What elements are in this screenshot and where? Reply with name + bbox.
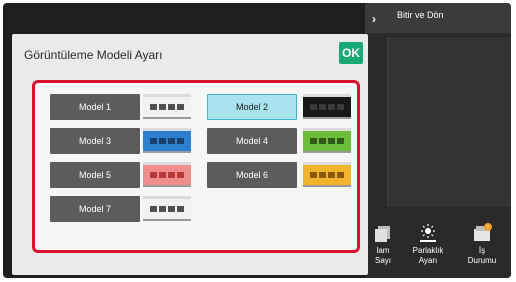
display-pattern-dialog: Görüntüleme Modeli Ayarı OK Model 1 Mode… [12, 34, 368, 275]
swatch-block [168, 206, 175, 212]
model-6-button[interactable]: Model 6 [207, 162, 297, 188]
swatch-block [319, 138, 326, 144]
brightness-icon [417, 223, 439, 243]
toolbar-label: İş [478, 246, 486, 255]
toolbar-label: lam [376, 246, 390, 255]
swatch-block [328, 138, 335, 144]
job-status-button[interactable]: ! İş Durumu [457, 223, 507, 266]
swatch-block [337, 104, 344, 110]
swatch-block [177, 138, 184, 144]
swatch-block [310, 104, 317, 110]
swatch-block [337, 138, 344, 144]
toolbar-label: Sayı [374, 256, 391, 265]
swatch-block [168, 172, 175, 178]
model-2-swatch [303, 94, 351, 119]
swatch-block [150, 138, 157, 144]
toolbar-label: Parlaklık [412, 246, 444, 255]
swatch-block [319, 104, 326, 110]
dialog-title: Görüntüleme Modeli Ayarı [24, 48, 163, 62]
model-7-swatch [143, 196, 191, 221]
model-1-button[interactable]: Model 1 [50, 94, 140, 120]
brightness-button[interactable]: Parlaklık Ayarı [403, 223, 453, 266]
swatch-block [168, 104, 175, 110]
model-5-swatch [143, 162, 191, 187]
model-3-button[interactable]: Model 3 [50, 128, 140, 154]
toolbar-label: Ayarı [418, 256, 438, 265]
swatch-block [310, 172, 317, 178]
back-bar[interactable]: › Bitir ve Dön [365, 3, 511, 33]
chevron-right-icon[interactable]: › [372, 12, 376, 26]
model-7-button[interactable]: Model 7 [50, 196, 140, 222]
swatch-block [150, 104, 157, 110]
swatch-block [319, 172, 326, 178]
screen: › Bitir ve Dön lam Sayı Parlaklık Ayarı … [3, 3, 511, 278]
model-5-button[interactable]: Model 5 [50, 162, 140, 188]
model-6-swatch [303, 162, 351, 187]
swatch-block [150, 206, 157, 212]
swatch-block [159, 138, 166, 144]
model-4-swatch [303, 128, 351, 153]
swatch-block [159, 104, 166, 110]
swatch-block [168, 138, 175, 144]
back-label[interactable]: Bitir ve Dön [397, 10, 444, 20]
model-3-swatch [143, 128, 191, 153]
swatch-block [177, 104, 184, 110]
swatch-block [177, 206, 184, 212]
swatch-block [337, 172, 344, 178]
ok-button[interactable]: OK [339, 42, 363, 64]
swatch-block [328, 104, 335, 110]
model-1-swatch [143, 94, 191, 119]
toolbar-label: Durumu [467, 256, 497, 265]
swatch-block [177, 172, 184, 178]
job-status-icon: ! [471, 223, 493, 243]
swatch-block [328, 172, 335, 178]
preview-area [387, 37, 511, 207]
model-4-button[interactable]: Model 4 [207, 128, 297, 154]
swatch-block [150, 172, 157, 178]
copies-icon [372, 223, 394, 243]
swatch-block [159, 206, 166, 212]
swatch-block [159, 172, 166, 178]
swatch-block [310, 138, 317, 144]
model-selection-frame: Model 1 Model 2 Model 3 Model 4 Model 5 … [32, 80, 360, 253]
model-2-button[interactable]: Model 2 [207, 94, 297, 120]
